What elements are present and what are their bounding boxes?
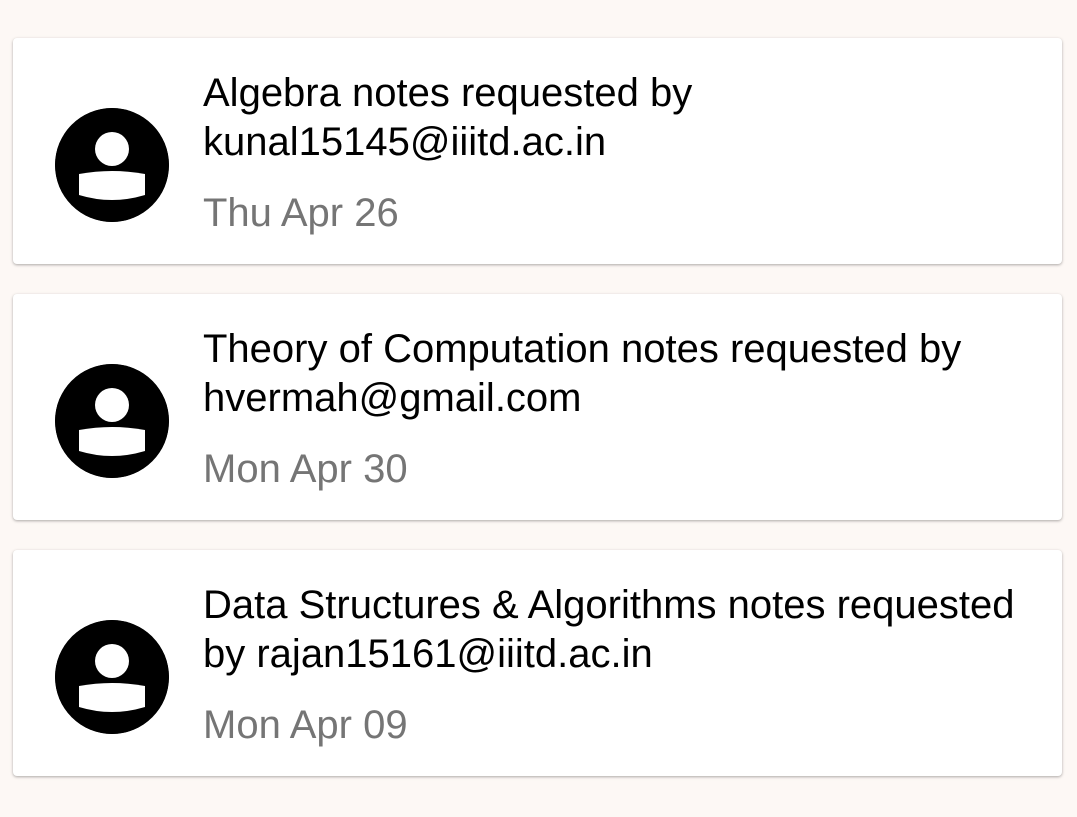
request-text: Algebra notes requested by kunal15145@ii… [203,69,1022,238]
request-card[interactable]: Theory of Computation notes requested by… [13,294,1062,520]
request-title: Algebra notes requested by kunal15145@ii… [203,71,693,164]
request-card[interactable]: Data Structures & Algorithms notes reque… [13,550,1062,776]
account-circle-icon [55,620,169,734]
request-date: Thu Apr 26 [203,191,399,235]
request-date: Mon Apr 09 [203,703,408,747]
account-circle-icon [55,108,169,222]
request-text: Data Structures & Algorithms notes reque… [203,581,1022,750]
request-date: Mon Apr 30 [203,447,408,491]
request-text: Theory of Computation notes requested by… [203,325,1022,494]
account-circle-icon [55,364,169,478]
request-title: Data Structures & Algorithms notes reque… [203,583,1015,676]
request-card[interactable]: Algebra notes requested by kunal15145@ii… [13,38,1062,264]
request-title: Theory of Computation notes requested by… [203,327,962,420]
request-list: Algebra notes requested by kunal15145@ii… [13,38,1062,806]
